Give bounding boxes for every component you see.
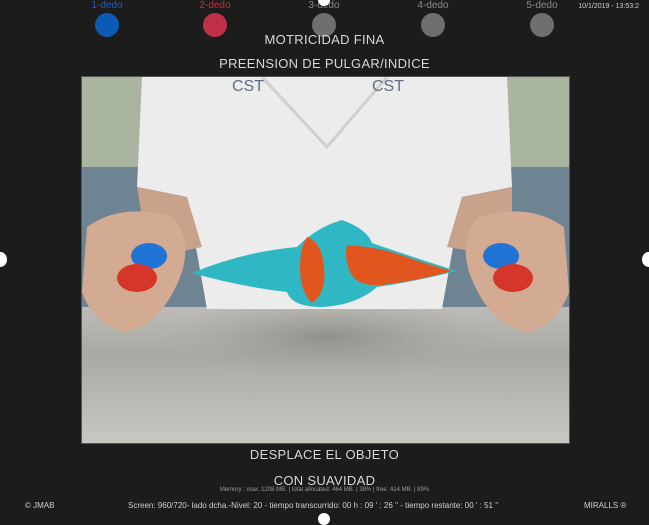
timestamp: 10/1/2019 - 13:53:2 (578, 3, 639, 10)
exercise-subtitle: PREENSION DE PULGAR/INDICE (219, 56, 430, 71)
camera-scene: CST CST (82, 77, 569, 443)
footer-session-info: Screen: 960/720- lado dcha.-Nivel: 20 - … (128, 501, 499, 510)
footer-brand: MIRALLS ® (584, 501, 627, 510)
shirt-logo-right: CST (372, 78, 404, 95)
camera-view: CST CST (81, 76, 570, 444)
instruction-line-1: DESPLACE EL OBJETO (249, 447, 400, 462)
instruction-line-2: CON SUAVIDAD (273, 473, 376, 488)
exercise-title: MOTRICIDAD FINA (264, 32, 385, 47)
right-edge-marker (642, 252, 649, 267)
finger-label-4: 4-dedo (417, 0, 449, 11)
shirt-logo-left: CST (232, 78, 264, 95)
finger-label-2: 2-dedo (199, 0, 231, 11)
bottom-edge-marker (318, 513, 330, 525)
footer-copyright: © JMAB (25, 501, 55, 510)
finger-label-1: 1-dedo (91, 0, 123, 11)
left-edge-marker (0, 252, 7, 267)
finger-label-5: 5-dedo (526, 0, 558, 11)
memory-status: Memory : max: 1208 MB. | total allocated… (219, 487, 430, 493)
